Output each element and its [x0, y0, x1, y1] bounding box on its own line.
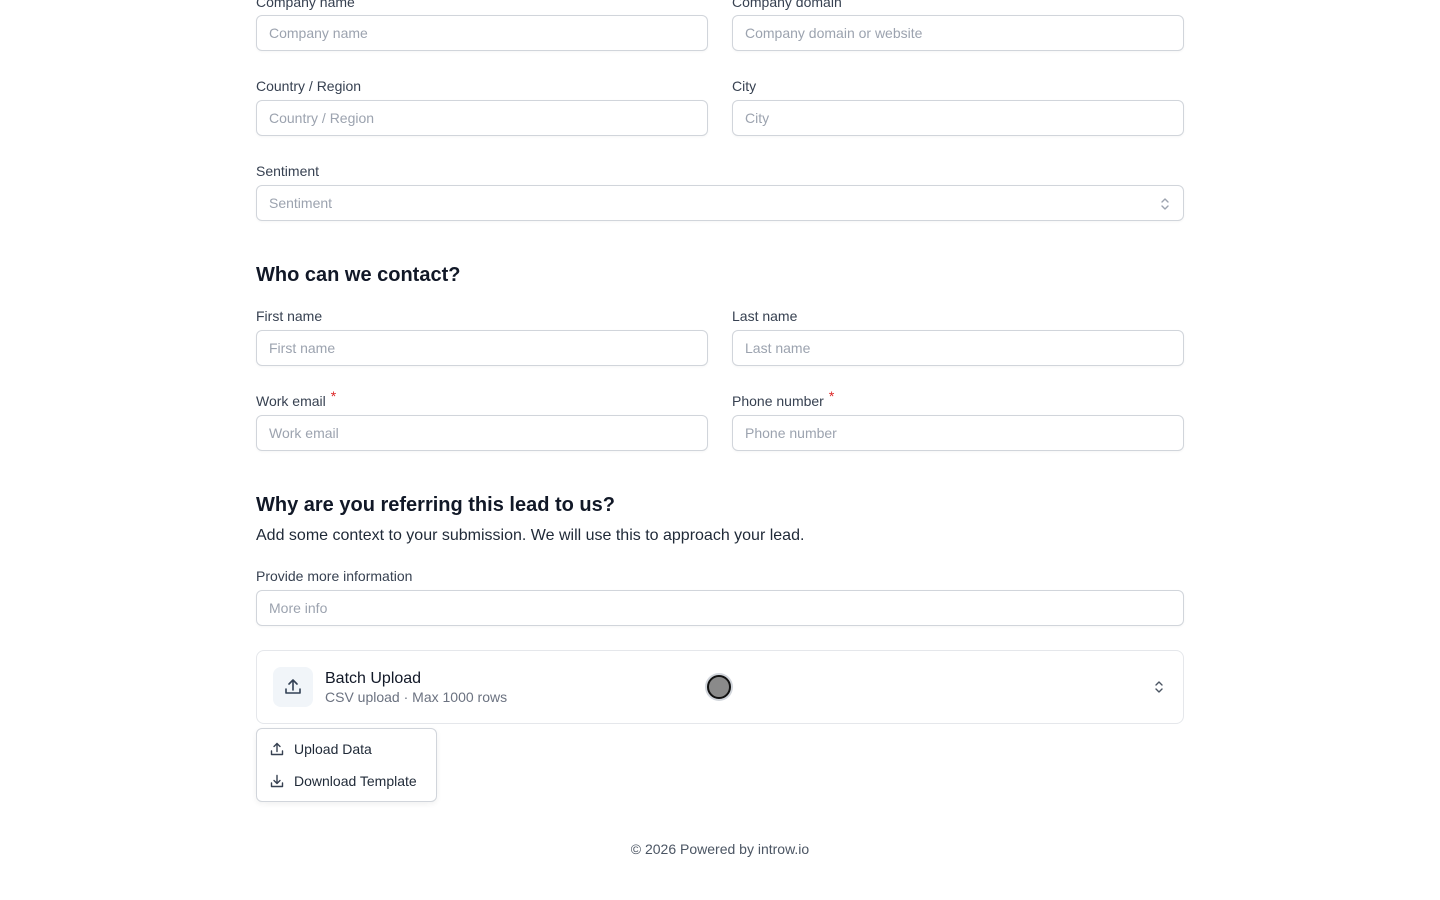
company-name-label: Company name	[256, 0, 355, 10]
country-label: Country / Region	[256, 78, 362, 94]
company-name-input[interactable]	[257, 16, 707, 50]
last-name-label: Last name	[732, 308, 798, 324]
phone-field[interactable]	[732, 415, 1184, 451]
mouse-cursor-indicator	[707, 675, 731, 699]
company-domain-label: Company domain	[732, 0, 842, 10]
chevron-up-down-icon[interactable]	[1153, 679, 1165, 695]
city-input[interactable]	[733, 101, 1183, 135]
required-asterisk: *	[828, 388, 835, 404]
city-label: City	[732, 78, 757, 94]
work-email-input[interactable]	[257, 416, 707, 450]
menu-item-label: Upload Data	[294, 741, 372, 757]
country-input[interactable]	[257, 101, 707, 135]
more-info-field[interactable]	[256, 590, 1184, 626]
menu-item-upload-data[interactable]: Upload Data	[269, 739, 372, 759]
batch-upload-icon-box	[273, 667, 313, 707]
batch-upload-title: Batch Upload	[325, 670, 422, 687]
more-info-input[interactable]	[257, 591, 1183, 625]
referral-heading: Why are you referring this lead to us?	[256, 494, 615, 516]
upload-icon	[270, 742, 284, 756]
city-field[interactable]	[732, 100, 1184, 136]
contact-heading: Who can we contact?	[256, 264, 461, 286]
first-name-field[interactable]	[256, 330, 708, 366]
work-email-label: Work email	[256, 393, 326, 409]
last-name-field[interactable]	[732, 330, 1184, 366]
footer-text: © 2026 Powered by introw.io	[630, 841, 810, 857]
company-name-field[interactable]	[256, 15, 708, 51]
upload-icon	[285, 679, 301, 694]
work-email-label-row: Work email *	[256, 388, 336, 410]
company-domain-input[interactable]	[733, 16, 1183, 50]
chevron-up-down-icon	[1161, 198, 1169, 210]
batch-upload-subtitle: CSV upload · Max 1000 rows	[325, 689, 508, 705]
sentiment-placeholder: Sentiment	[269, 195, 333, 211]
batch-upload-card[interactable]: Batch Upload CSV upload · Max 1000 rows	[256, 650, 1184, 724]
download-icon	[270, 774, 284, 788]
phone-input[interactable]	[733, 416, 1183, 450]
sentiment-select[interactable]: Sentiment	[256, 185, 1184, 221]
batch-upload-menu: Upload Data Download Template	[256, 728, 437, 802]
first-name-label: First name	[256, 308, 323, 324]
last-name-input[interactable]	[733, 331, 1183, 365]
required-asterisk: *	[330, 388, 337, 404]
work-email-field[interactable]	[256, 415, 708, 451]
referral-subtext: Add some context to your submission. We …	[256, 527, 805, 544]
first-name-input[interactable]	[257, 331, 707, 365]
menu-item-label: Download Template	[294, 773, 417, 789]
phone-label-row: Phone number *	[732, 388, 834, 410]
menu-item-download-template[interactable]: Download Template	[269, 771, 417, 791]
more-info-label: Provide more information	[256, 568, 413, 584]
sentiment-label: Sentiment	[256, 163, 320, 179]
phone-label: Phone number	[732, 393, 824, 409]
company-domain-field[interactable]	[732, 15, 1184, 51]
country-field[interactable]	[256, 100, 708, 136]
